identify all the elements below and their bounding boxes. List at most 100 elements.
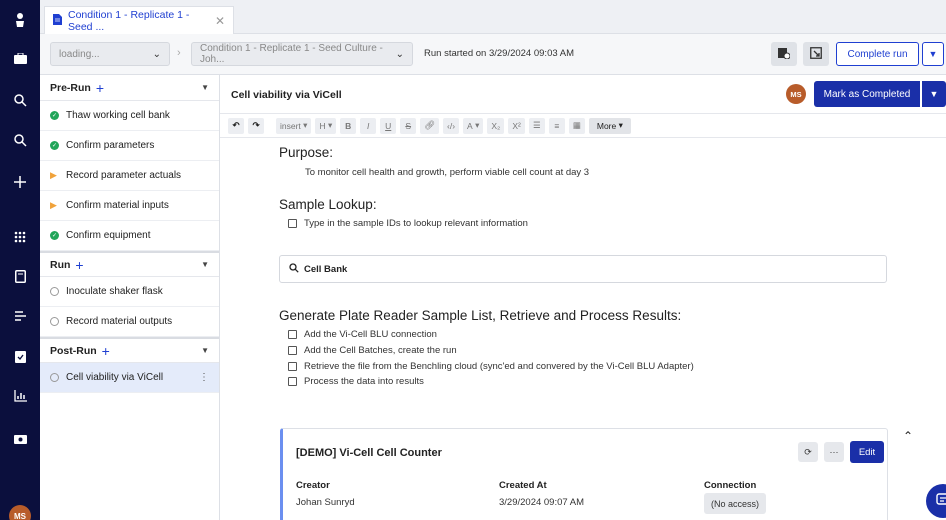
underline-button[interactable]: U (380, 117, 397, 134)
list-item[interactable]: Inoculate shaker flask (40, 277, 219, 307)
connection-badge: (No access) (704, 493, 767, 514)
benchling-logo-icon[interactable] (10, 10, 30, 30)
list-item[interactable]: ▶ Confirm material inputs (40, 191, 219, 221)
list-item[interactable]: ▶ Record parameter actuals (40, 161, 219, 191)
checkbox[interactable] (288, 219, 297, 228)
kebab-menu-icon[interactable]: ⋮ (199, 372, 209, 383)
in-progress-icon: ▶ (50, 200, 57, 210)
numbered-list-icon[interactable]: ≡ (548, 117, 565, 134)
loading-select[interactable]: loading... ⌄ (50, 42, 170, 66)
checklist-item[interactable]: Add the Vi-Cell BLU connection (288, 329, 437, 340)
complete-run-dropdown[interactable]: ▼ (922, 42, 944, 66)
superscript-button[interactable]: X² (508, 117, 525, 134)
workflow-icon[interactable] (10, 306, 30, 326)
purpose-text: To monitor cell health and growth, perfo… (305, 167, 590, 178)
left-nav-rail: MS (0, 0, 40, 520)
checkbox[interactable] (288, 346, 297, 355)
editor-toolbar: ↶ ↷ insert ▾ H ▾ B I U S 🔗︎ ‹/› A ▾ X₂ X… (220, 114, 946, 138)
checkbox[interactable] (288, 362, 297, 371)
cell-bank-search[interactable]: Cell Bank (279, 255, 887, 283)
chat-icon (936, 492, 946, 510)
in-progress-icon: ▶ (50, 170, 57, 180)
mark-completed-dropdown[interactable]: ▼ (922, 81, 946, 107)
add-step-icon[interactable]: + (96, 80, 104, 96)
chevron-right-icon: › (177, 47, 181, 59)
run-toolbar: loading... ⌄ › Condition 1 - Replicate 1… (40, 34, 946, 75)
generate-heading: Generate Plate Reader Sample List, Retri… (279, 308, 682, 323)
creator-value: Johan Sunryd (296, 497, 355, 508)
list-item-active[interactable]: Cell viability via ViCell ⋮ (40, 363, 219, 393)
redo-icon[interactable]: ↷ (248, 117, 264, 134)
chart-icon[interactable] (10, 386, 30, 406)
entry-select[interactable]: Condition 1 - Replicate 1 - Seed Culture… (191, 42, 413, 66)
check-circle-icon: ✓ (50, 141, 59, 150)
caret-down-icon: ▼ (929, 89, 939, 99)
list-item[interactable]: ✓ Confirm equipment (40, 221, 219, 251)
mark-completed-button[interactable]: Mark as Completed (814, 81, 920, 107)
empty-circle-icon (50, 317, 59, 326)
notebook-icon[interactable] (10, 266, 30, 286)
checkbox[interactable] (288, 377, 297, 386)
chevron-down-icon: ⌄ (395, 48, 404, 60)
apps-grid-icon[interactable] (10, 227, 30, 247)
checklist-item[interactable]: Process the data into results (288, 376, 424, 387)
subscript-button[interactable]: X₂ (487, 117, 505, 134)
more-dropdown[interactable]: More ▾ (588, 117, 631, 134)
caret-down-icon[interactable]: ▼ (201, 346, 209, 355)
document-icon (53, 13, 62, 28)
more-options-icon[interactable]: ··· (824, 442, 844, 462)
user-avatar[interactable]: MS (9, 505, 31, 520)
search-icon[interactable] (10, 130, 30, 150)
empty-circle-icon (50, 373, 59, 382)
entry-content: Purpose: To monitor cell health and grow… (220, 138, 946, 520)
list-item[interactable]: ✓ Confirm parameters (40, 131, 219, 161)
section-header-post-run[interactable]: Post-Run + ▼ (40, 337, 219, 363)
link-icon[interactable]: 🔗︎ (420, 117, 440, 134)
checklist-item[interactable]: Add the Cell Batches, create the run (288, 345, 457, 356)
caret-down-icon[interactable]: ▼ (201, 260, 209, 269)
checkbox[interactable] (288, 330, 297, 339)
undo-icon[interactable]: ↶ (228, 117, 244, 134)
bullet-list-icon[interactable]: ☰ (528, 117, 545, 134)
insert-dropdown[interactable]: insert ▾ (276, 117, 312, 134)
assignee-avatar[interactable]: MS (786, 84, 806, 104)
check-circle-icon: ✓ (50, 111, 59, 120)
run-card: [DEMO] Vi-Cell Cell Counter ⟳ ··· Edit C… (280, 428, 888, 520)
check-circle-icon: ✓ (50, 231, 59, 240)
clipboard-check-icon[interactable] (10, 346, 30, 366)
close-icon[interactable]: ✕ (215, 14, 225, 28)
tab-entry[interactable]: Condition 1 - Replicate 1 - Seed ... ✕ (44, 6, 234, 34)
italic-button[interactable]: I (360, 117, 377, 134)
complete-run-button[interactable]: Complete run (836, 42, 919, 66)
creator-label: Creator (296, 480, 330, 491)
edit-button[interactable]: Edit (850, 441, 884, 463)
analysis-search-icon[interactable] (10, 90, 30, 110)
checklist-item[interactable]: Retrieve the file from the Benchling clo… (288, 361, 694, 372)
briefcase-icon[interactable] (10, 48, 30, 68)
connection-label: Connection (704, 480, 757, 491)
list-item[interactable]: Record material outputs (40, 307, 219, 337)
created-at-label: Created At (499, 480, 547, 491)
refresh-icon[interactable]: ⟳ (798, 442, 818, 462)
strikethrough-button[interactable]: S (400, 117, 417, 134)
list-item[interactable]: ✓ Thaw working cell bank (40, 101, 219, 131)
caret-down-icon: ▼ (928, 49, 938, 59)
bold-button[interactable]: B (340, 117, 357, 134)
caret-down-icon[interactable]: ▼ (201, 83, 209, 92)
section-header-run[interactable]: Run + ▼ (40, 251, 219, 277)
run-started-text: Run started on 3/29/2024 09:03 AM (424, 48, 574, 59)
table-icon[interactable]: ▦ (568, 117, 585, 134)
schedule-button[interactable] (771, 42, 797, 66)
code-icon[interactable]: ‹/› (443, 117, 460, 134)
font-color-dropdown[interactable]: A ▾ (463, 117, 484, 134)
checklist-item[interactable]: Type in the sample IDs to lookup relevan… (288, 218, 528, 229)
section-header-pre-run[interactable]: Pre-Run + ▼ (40, 75, 219, 101)
camera-icon[interactable] (10, 428, 30, 448)
add-step-icon[interactable]: + (75, 257, 83, 273)
heading-dropdown[interactable]: H ▾ (315, 117, 337, 134)
chevron-up-icon[interactable]: ⌃ (903, 429, 913, 443)
external-link-icon (810, 46, 822, 62)
open-external-button[interactable] (803, 42, 829, 66)
plus-icon[interactable] (10, 172, 30, 192)
add-step-icon[interactable]: + (102, 343, 110, 359)
